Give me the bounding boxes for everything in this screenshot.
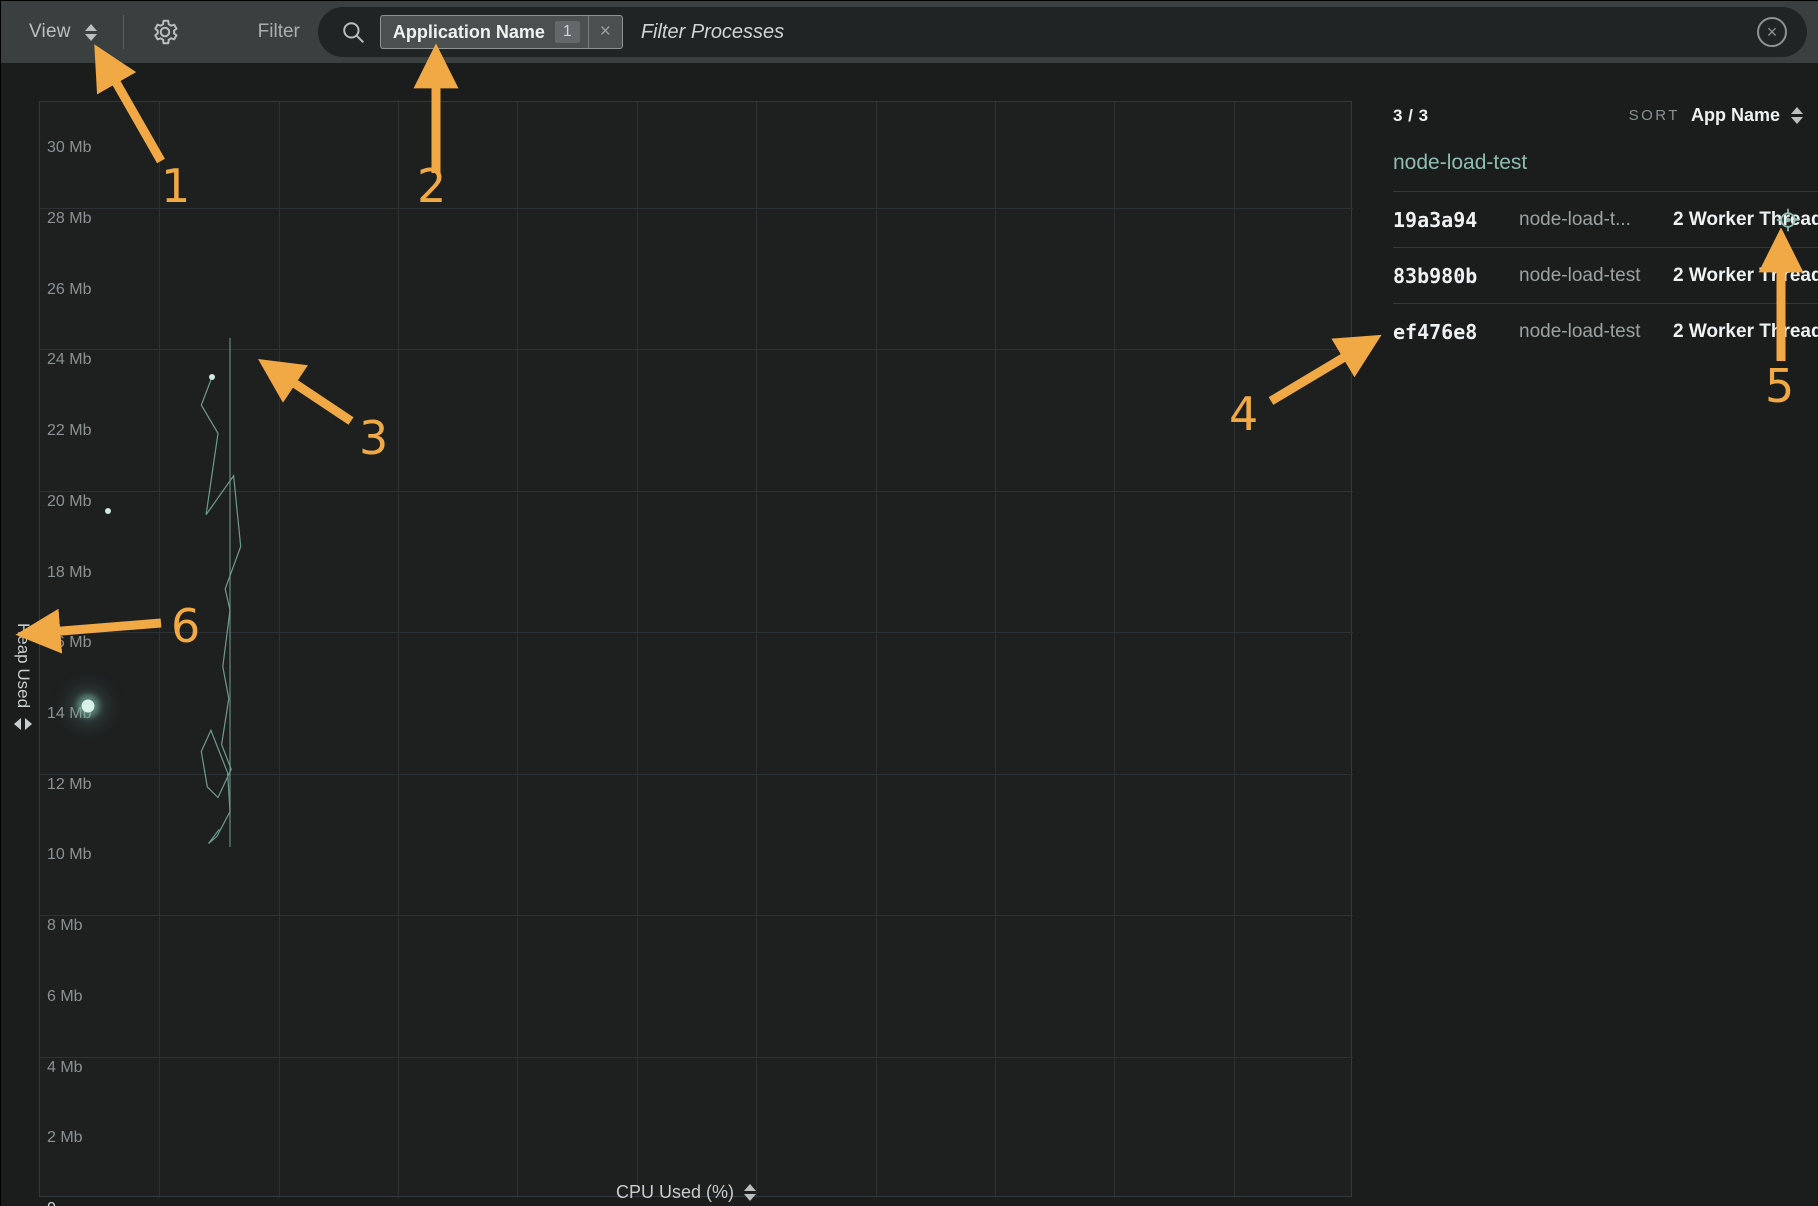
- annotation-4: 4: [1229, 387, 1259, 441]
- close-circle-icon[interactable]: ×: [1757, 17, 1787, 47]
- crosshair-icon[interactable]: [1775, 207, 1801, 233]
- filter-chip-count: 1: [554, 21, 580, 43]
- process-marker[interactable]: [105, 508, 112, 515]
- series-lines: [200, 337, 242, 847]
- search-icon: [340, 19, 366, 45]
- x-axis-title[interactable]: CPU Used (%): [1, 1182, 1371, 1203]
- side-panel-header: 3 / 3 SORT App Name: [1393, 105, 1803, 126]
- filter-chip-application-name[interactable]: Application Name 1 ×: [379, 15, 623, 49]
- sort-selector[interactable]: SORT App Name: [1629, 105, 1803, 126]
- gear-icon: [153, 19, 178, 45]
- toolbar-divider: [122, 15, 124, 49]
- chevron-up-down-icon: [84, 23, 97, 41]
- view-label: View: [29, 21, 71, 42]
- process-marker[interactable]: [209, 373, 216, 380]
- process-row[interactable]: 83b980b node-load-test 2 Worker Thread(s): [1393, 247, 1818, 303]
- process-id: 19a3a94: [1393, 207, 1478, 232]
- process-thread-count: 2 Worker Thread(s): [1673, 264, 1818, 286]
- filter-chip-remove-button[interactable]: ×: [587, 16, 622, 48]
- process-row[interactable]: ef476e8 node-load-test 2 Worker Thread(s): [1393, 303, 1818, 359]
- chart-panel: 30 Mb 28 Mb 26 Mb 24 Mb 22 Mb 20 Mb 18 Mb 16 Mb…: [1, 63, 1371, 1206]
- y-axis-title[interactable]: Heap Used: [3, 623, 43, 731]
- process-id: ef476e8: [1393, 319, 1478, 344]
- process-thread-count: 2 Worker Thread(s): [1673, 320, 1818, 342]
- chevron-up-down-icon: [1791, 107, 1803, 124]
- process-count: 3 / 3: [1393, 105, 1429, 125]
- annotation-5: 5: [1765, 359, 1795, 413]
- x-axis-label: CPU Used (%): [615, 1182, 735, 1202]
- sort-value: App Name: [1690, 105, 1780, 125]
- annotation-6: 6: [171, 599, 201, 653]
- process-marker[interactable]: [81, 699, 95, 713]
- view-selector[interactable]: View: [29, 21, 97, 43]
- process-app-name: node-load-test: [1519, 264, 1641, 286]
- sort-label: SORT: [1628, 107, 1680, 124]
- series-line: [200, 376, 242, 844]
- app-group-title: node-load-test: [1393, 151, 1528, 174]
- process-monitor-window: View Filter Application Name 1 × Filter …: [0, 0, 1818, 1206]
- gear-button[interactable]: [150, 17, 180, 47]
- top-toolbar: View Filter Application Name 1 × Filter …: [1, 1, 1818, 63]
- scatter-plot[interactable]: 30 Mb 28 Mb 26 Mb 24 Mb 22 Mb 20 Mb 18 Mb 16 Mb…: [39, 101, 1353, 1206]
- chevron-up-down-icon: [744, 1184, 757, 1201]
- search-input[interactable]: Filter Processes: [641, 21, 784, 44]
- process-side-panel: 3 / 3 SORT App Name node-load-test 19a3a…: [1371, 63, 1818, 1206]
- filter-label: Filter: [257, 21, 300, 42]
- filter-search-bar[interactable]: Application Name 1 × Filter Processes ×: [317, 7, 1807, 57]
- y-axis-label: Heap Used: [14, 623, 33, 709]
- process-list: 19a3a94node-load-t...2 Worker Thread(s)8…: [1393, 191, 1818, 359]
- process-app-name: node-load-t...: [1519, 208, 1631, 230]
- annotation-3: 3: [359, 411, 389, 465]
- filter-chip-label: Application Name: [392, 21, 545, 42]
- process-id: 83b980b: [1393, 263, 1478, 288]
- process-app-name: node-load-test: [1519, 320, 1641, 342]
- annotation-2: 2: [417, 159, 447, 213]
- process-row[interactable]: 19a3a94node-load-t...2 Worker Thread(s): [1393, 191, 1818, 247]
- annotation-1: 1: [161, 159, 191, 213]
- chevron-left-right-icon: [14, 718, 32, 731]
